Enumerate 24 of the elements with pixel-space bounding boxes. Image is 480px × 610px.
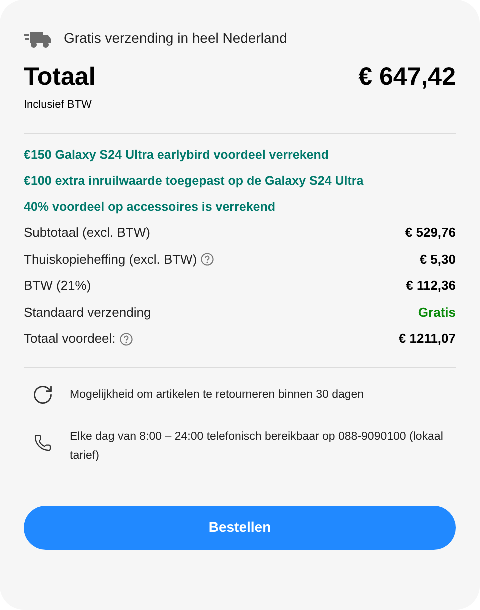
line-value: € 5,30 <box>420 250 456 269</box>
service-text: Mogelijkheid om artikelen te retourneren binnen 30 dagen <box>70 388 364 403</box>
line-label: Standaard verzending <box>24 304 152 322</box>
service-text: Elke dag van 8:00 – 24:00 telefonisch bereikbaar op 088-9090100 (lokaal tarief) <box>70 430 444 464</box>
vat-note: Inclusief BTW <box>24 98 92 112</box>
line-value: € 1211,07 <box>398 330 456 348</box>
line-value: Gratis <box>418 304 456 322</box>
info-icon[interactable] <box>120 332 133 346</box>
line-label: BTW (21%) <box>24 277 92 296</box>
line-value: € 112,36 <box>406 277 456 296</box>
shipping-text: Gratis verzending in heel Nederland <box>64 29 288 48</box>
line-value: € 529,76 <box>405 224 456 242</box>
total-amount: € 647,42 <box>358 62 456 93</box>
promotion-text: 40% voordeel op accessoires is verrekend <box>24 198 276 216</box>
line-label: Subtotaal (excl. BTW) <box>24 224 150 242</box>
refresh-icon <box>32 384 54 406</box>
line-label: Thuiskopieheffing (excl. BTW) <box>24 250 198 269</box>
order-button[interactable]: Bestellen <box>24 506 456 550</box>
total-label: Totaal <box>24 62 96 93</box>
info-icon[interactable] <box>201 253 214 266</box>
promotion-text: €150 Galaxy S24 Ultra earlybird voordeel verrekend <box>24 147 330 164</box>
line-label: Totaal voordeel: <box>24 330 116 348</box>
phone-icon <box>34 434 52 452</box>
promotion-text: €100 extra inruilwaarde toegepast op de Galaxy S24 Ultra <box>24 172 364 190</box>
